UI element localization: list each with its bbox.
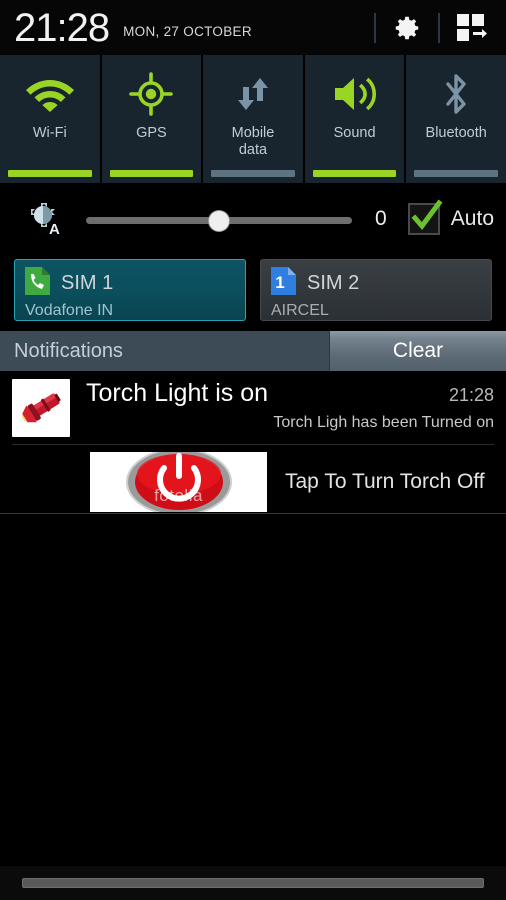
empty-area <box>0 514 506 814</box>
brightness-value: 0 <box>374 207 387 230</box>
mobile-data-icon <box>231 69 275 119</box>
divider <box>374 12 376 43</box>
toggle-mobile-data[interactable]: Mobile data <box>203 55 303 183</box>
toggle-state-bar <box>8 170 92 177</box>
toggle-label: Bluetooth <box>425 125 487 141</box>
watermark: fotolia <box>154 486 203 505</box>
quick-settings-toggles: Wi-Fi GPS Mobile data Sound Bluetooth <box>0 55 506 183</box>
notification-torch[interactable]: Torch Light is on 21:28 Torch Ligh has b… <box>0 371 506 451</box>
sim-carrier: AIRCEL <box>271 302 329 319</box>
toggle-state-bar <box>312 170 397 177</box>
notification-row: Torch Light is on 21:28 Torch Ligh has b… <box>12 379 494 437</box>
toggle-label: GPS <box>136 125 167 141</box>
sim-card-2[interactable]: 1 SIM 2 AIRCEL <box>260 259 492 321</box>
toggle-label-line2: data <box>238 142 268 158</box>
clock: 21:28 <box>14 5 110 50</box>
auto-brightness-checkbox[interactable] <box>407 199 443 235</box>
bluetooth-icon <box>440 69 472 119</box>
sim-name: SIM 2 <box>307 272 360 294</box>
toggle-state-bar <box>414 170 498 177</box>
notification-content: Torch Light is on 21:28 Torch Ligh has b… <box>86 379 494 437</box>
shade-handle-area[interactable] <box>0 866 506 900</box>
sim-carrier: Vodafone IN <box>25 302 114 319</box>
toggle-label: Mobile data <box>232 125 275 159</box>
toggle-label: Wi-Fi <box>32 125 67 141</box>
notifications-title: Notifications <box>14 339 123 362</box>
sim-card-1[interactable]: SIM 1 Vodafone IN <box>14 259 246 321</box>
toggle-wifi[interactable]: Wi-Fi <box>0 55 100 183</box>
sim-header: SIM 1 <box>25 267 235 300</box>
torch-icon <box>12 379 70 437</box>
divider <box>12 444 494 445</box>
gear-icon[interactable] <box>392 13 422 43</box>
notification-shade: 21:28 MON, 27 OCTOBER Wi-Fi GPS Mobile d… <box>0 0 506 900</box>
toggle-label-line1: Mobile <box>231 125 275 141</box>
sim-1-icon: 1 <box>271 267 296 300</box>
notifications-header: Notifications Clear <box>0 331 506 371</box>
toggle-state-bar <box>211 170 295 177</box>
toggle-state-bar <box>109 170 194 177</box>
toggle-label: Sound <box>333 125 376 141</box>
status-bar-actions <box>358 12 496 43</box>
auto-label: Auto <box>450 207 494 230</box>
auto-brightness-icon: A <box>12 197 64 242</box>
svg-text:A: A <box>49 221 60 237</box>
sim-name: SIM 1 <box>61 272 114 294</box>
multi-window-icon[interactable] <box>456 13 496 43</box>
toggle-sound[interactable]: Sound <box>304 55 405 183</box>
sim-selector-row: SIM 1 Vodafone IN 1 SIM 2 AIRCEL <box>0 255 506 331</box>
status-bar: 21:28 MON, 27 OCTOBER <box>0 0 506 55</box>
notification-title: Torch Light is on <box>86 379 269 407</box>
toggle-gps[interactable]: GPS <box>101 55 202 183</box>
sim-header: 1 SIM 2 <box>271 267 481 300</box>
gps-icon <box>129 69 174 119</box>
divider <box>438 12 440 43</box>
date-label: MON, 27 OCTOBER <box>123 23 252 39</box>
wifi-icon <box>25 69 74 119</box>
slider-thumb[interactable] <box>208 206 229 236</box>
sim-phone-icon <box>25 267 50 300</box>
notification-text: Torch Ligh has been Turned on <box>273 414 494 431</box>
notification-action-row[interactable]: fotolia Tap To Turn Torch Off <box>0 451 506 513</box>
brightness-row: A 0 Auto <box>0 183 506 255</box>
brightness-slider[interactable] <box>86 206 352 236</box>
notification-title-row: Torch Light is on 21:28 <box>86 379 494 408</box>
clear-button[interactable]: Clear <box>329 331 506 371</box>
notification-time: 21:28 <box>448 385 494 405</box>
drag-handle[interactable] <box>22 878 484 888</box>
action-label: Tap To Turn Torch Off <box>285 470 485 493</box>
toggle-bluetooth[interactable]: Bluetooth <box>406 55 506 183</box>
svg-text:1: 1 <box>275 273 284 292</box>
power-button-icon: fotolia <box>90 452 267 512</box>
sound-icon <box>332 69 378 119</box>
